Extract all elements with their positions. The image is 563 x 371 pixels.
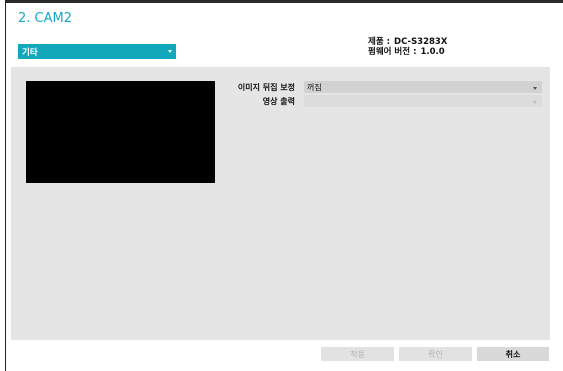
window-title: 2. CAM2 [18, 11, 72, 26]
video-output-select[interactable] [304, 95, 542, 107]
chevron-down-icon [533, 87, 537, 90]
video-preview [26, 81, 215, 183]
chevron-down-icon [533, 101, 537, 104]
category-select-value: 기타 [22, 48, 38, 58]
product-value: DC-S3283X [394, 37, 448, 47]
image-flip-select[interactable]: 꺼짐 [304, 81, 542, 93]
firmware-value: 1.0.0 [420, 47, 445, 57]
product-separator: : [386, 37, 391, 47]
video-output-label: 영상 출력 [262, 97, 295, 106]
chevron-down-icon [168, 50, 172, 53]
cancel-button[interactable]: 취소 [477, 347, 549, 361]
product-label: 제품 [368, 37, 384, 47]
firmware-separator: : [413, 47, 417, 57]
device-info: 제품 : DC-S3283X 펌웨어 버전 : 1.0.0 [368, 37, 447, 57]
ok-button[interactable]: 확인 [399, 347, 472, 361]
image-flip-value: 꺼짐 [307, 83, 322, 92]
firmware-label: 펌웨어 버전 [368, 47, 411, 57]
category-select[interactable]: 기타 [18, 44, 176, 59]
apply-button[interactable]: 적용 [321, 347, 394, 361]
image-flip-label: 이미지 뒤집 보정 [237, 83, 295, 92]
settings-panel: 이미지 뒤집 보정 꺼짐 영상 출력 [11, 67, 550, 340]
